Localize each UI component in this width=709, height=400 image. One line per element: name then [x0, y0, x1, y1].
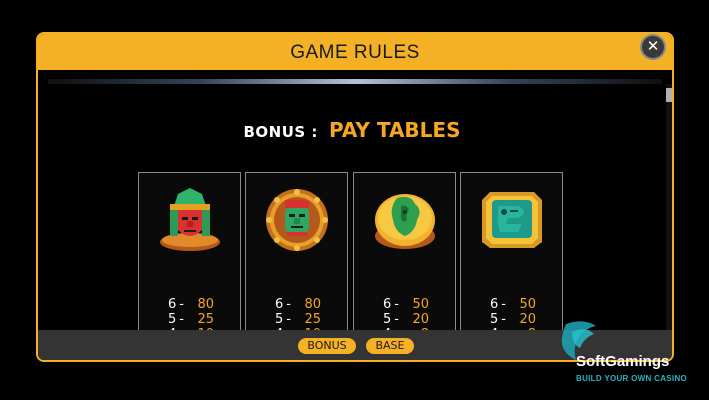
dialog-title: GAME RULES — [290, 42, 420, 63]
jade-tablet-icon — [482, 192, 542, 248]
brand-tagline: BUILD YOUR OWN CASINO — [576, 374, 688, 383]
close-button[interactable]: ✕ — [640, 34, 666, 60]
softgamings-watermark: SoftGamings BUILD YOUR OWN CASINO — [556, 318, 706, 390]
pay-row: 5-20 — [490, 312, 536, 327]
paytable-card: 6-80 5-25 4-10 3-5 — [245, 172, 348, 357]
pay-row: 5-25 — [275, 312, 321, 327]
pay-row: 5-25 — [168, 312, 214, 327]
pay-row: 6-50 — [490, 297, 536, 312]
tab-base[interactable]: BASE — [366, 338, 414, 354]
close-icon: ✕ — [646, 37, 660, 55]
pay-row: 5-20 — [383, 312, 429, 327]
dialog-header: GAME RULES — [38, 34, 672, 70]
game-rules-dialog: GAME RULES BONUS : PAY TABLES 6-80 5-25 … — [36, 32, 674, 362]
sun-mask-icon — [266, 189, 328, 251]
red-mask-icon — [160, 188, 220, 251]
section-title: PAY TABLES — [329, 118, 461, 142]
section-heading: BONUS : PAY TABLES — [38, 118, 666, 142]
brand-name: SoftGamings — [576, 353, 670, 370]
pay-row: 6-80 — [168, 297, 214, 312]
pay-row: 6-50 — [383, 297, 429, 312]
paytable-card: 6-50 5-20 4-8 3-4 — [353, 172, 456, 357]
header-divider — [48, 79, 662, 84]
paytable-card: 6-80 5-25 4-10 3-5 — [138, 172, 241, 357]
jade-coin-icon — [375, 194, 435, 249]
scrollbar-track[interactable] — [666, 84, 672, 330]
pay-row: 6-80 — [275, 297, 321, 312]
paytable-card: 6-50 5-20 4-8 3-4 — [460, 172, 563, 357]
scrollbar-thumb[interactable] — [666, 88, 672, 102]
section-prefix: BONUS : — [243, 123, 318, 141]
tab-bonus[interactable]: BONUS — [298, 338, 356, 354]
